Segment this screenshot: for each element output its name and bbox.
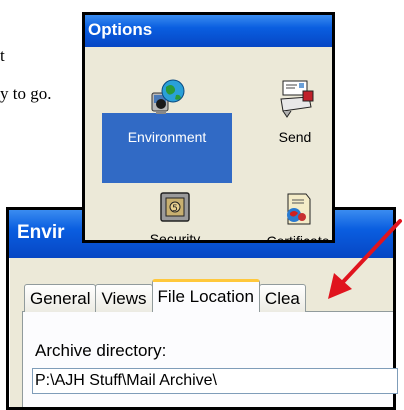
security-icon: 5 bbox=[160, 192, 190, 222]
option-security[interactable]: 5 Security bbox=[135, 189, 215, 243]
send-icon bbox=[280, 80, 314, 118]
options-window-titlebar[interactable]: Options bbox=[85, 15, 332, 47]
archive-directory-input[interactable]: P:\AJH Stuff\Mail Archive\ bbox=[32, 368, 398, 394]
red-arrow-annotation bbox=[328, 219, 402, 299]
tab-views[interactable]: Views bbox=[95, 284, 153, 312]
option-send[interactable]: Send bbox=[255, 77, 332, 145]
certificate-icon bbox=[287, 193, 311, 225]
tab-general[interactable]: General bbox=[24, 284, 97, 312]
document-text-line-2: y to go. bbox=[0, 84, 52, 103]
environment-window-title: Envir bbox=[17, 222, 65, 243]
options-window: Options Environment Send 5 Security Cert… bbox=[82, 12, 335, 243]
document-text-line-1: t bbox=[0, 46, 5, 65]
option-environment-label: Environment bbox=[127, 129, 207, 145]
option-environment[interactable]: Environment bbox=[102, 77, 232, 145]
svg-text:5: 5 bbox=[172, 204, 178, 214]
options-window-title: Options bbox=[88, 20, 153, 39]
option-send-label: Send bbox=[278, 129, 312, 145]
screenshot-stage: t y to go. Envir General Views File Loca… bbox=[0, 0, 404, 410]
tab-clear[interactable]: Clea bbox=[258, 284, 306, 312]
option-security-label: Security bbox=[149, 231, 201, 243]
environment-icon bbox=[151, 79, 185, 114]
environment-tabs: General Views File Location Clea bbox=[24, 278, 306, 312]
archive-directory-label: Archive directory: bbox=[35, 341, 167, 360]
tab-file-location[interactable]: File Location bbox=[151, 279, 260, 312]
